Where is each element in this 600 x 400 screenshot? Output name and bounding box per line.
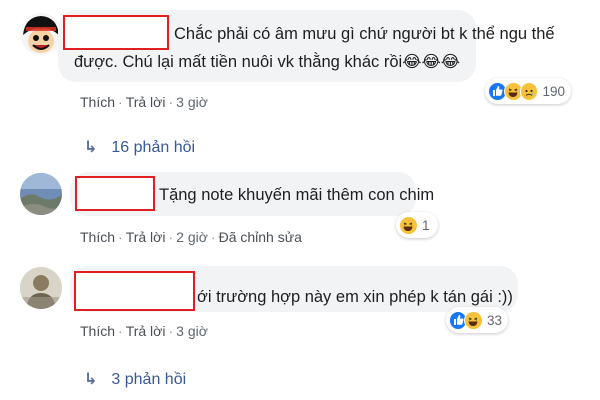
timestamp[interactable]: 2 giờ xyxy=(176,229,208,245)
redacted-username xyxy=(63,15,169,50)
reaction-count: 190 xyxy=(542,83,566,99)
reply-link[interactable]: Trả lời xyxy=(126,229,166,245)
view-replies-link[interactable]: ↳ 3 phản hồi xyxy=(84,369,186,389)
replies-count-label[interactable]: 3 phản hồi xyxy=(111,371,186,388)
comment-text: Tặng note khuyến mãi thêm con chim xyxy=(159,186,435,204)
reaction-count: 1 xyxy=(422,217,430,233)
comment-actions: Thích · Trả lời · 2 giờ · Đã chỉnh sửa xyxy=(80,229,302,245)
avatar-person-icon xyxy=(20,267,62,309)
timestamp[interactable]: 3 giờ xyxy=(176,94,208,110)
edited-label[interactable]: Đã chỉnh sửa xyxy=(219,229,302,245)
timestamp[interactable]: 3 giờ xyxy=(176,323,208,339)
comment-actions: Thích · Trả lời · 3 giờ xyxy=(80,323,208,339)
replies-count-label[interactable]: 16 phản hồi xyxy=(111,139,195,156)
reply-link[interactable]: Trả lời xyxy=(126,323,166,339)
comment-text: được. Chú lại mất tiền nuôi vk thằng khá… xyxy=(74,53,461,71)
reaction-count: 33 xyxy=(486,312,502,328)
reaction-summary[interactable]: 190 xyxy=(485,78,571,104)
reply-arrow-icon: ↳ xyxy=(84,139,98,156)
comment-text: ới trường hợp này em xin phép k tán gái … xyxy=(197,288,513,306)
redacted-username xyxy=(74,271,195,311)
like-link[interactable]: Thích xyxy=(80,323,115,339)
avatar[interactable] xyxy=(20,13,62,55)
avatar[interactable] xyxy=(20,267,62,309)
reply-link[interactable]: Trả lời xyxy=(126,94,166,110)
haha-icon xyxy=(399,215,418,235)
reaction-summary[interactable]: 1 xyxy=(396,212,438,238)
comment-actions: Thích · Trả lời · 3 giờ xyxy=(80,94,208,110)
haha-icon xyxy=(464,310,483,330)
view-replies-link[interactable]: ↳ 16 phản hồi xyxy=(84,137,195,157)
comment-text: Chắc phải có âm mưu gì chứ người bt k th… xyxy=(174,25,555,43)
avatar[interactable] xyxy=(20,173,62,215)
reaction-summary[interactable]: 33 xyxy=(446,307,508,333)
redacted-username xyxy=(75,176,155,211)
avatar-landscape-icon xyxy=(20,173,62,215)
avatar-cartoon-icon xyxy=(20,13,62,55)
like-link[interactable]: Thích xyxy=(80,229,115,245)
sad-icon xyxy=(519,81,539,101)
reply-arrow-icon: ↳ xyxy=(84,371,98,388)
like-link[interactable]: Thích xyxy=(80,94,115,110)
